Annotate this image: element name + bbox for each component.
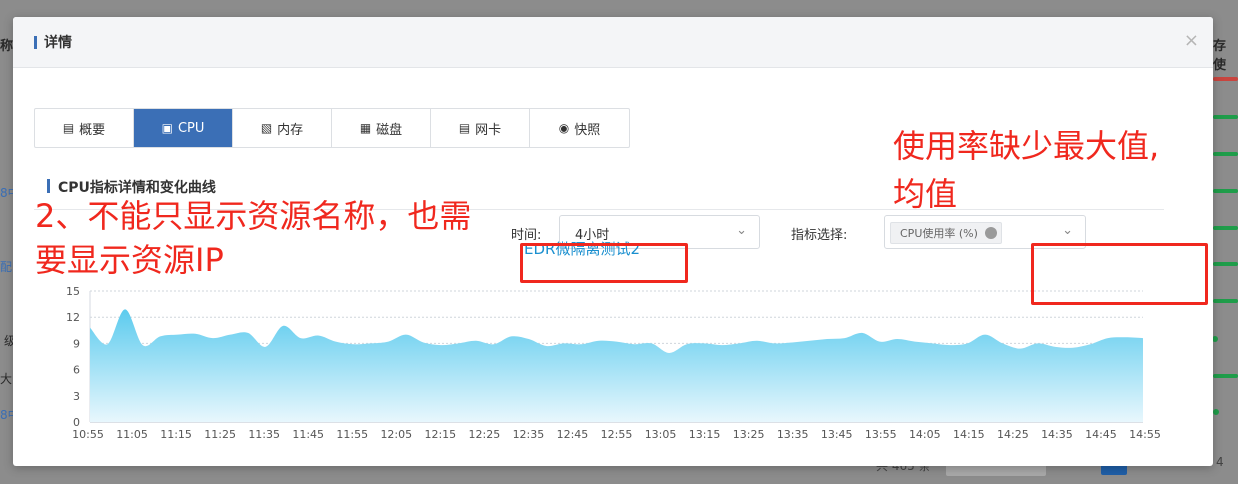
x-tick-label: 12:55: [601, 428, 633, 441]
annotation-box-resource-name: [520, 243, 688, 283]
x-tick-label: 13:05: [645, 428, 677, 441]
x-tick-label: 14:05: [909, 428, 941, 441]
x-tick-label: 13:55: [865, 428, 897, 441]
x-tick-label: 10:55: [72, 428, 104, 441]
y-tick-label: 12: [66, 311, 80, 324]
x-tick-label: 12:45: [557, 428, 589, 441]
annotation-max-avg-line2: 均值: [893, 175, 958, 213]
x-tick-label: 14:35: [1041, 428, 1073, 441]
x-tick-label: 11:45: [292, 428, 324, 441]
x-tick-label: 14:45: [1085, 428, 1117, 441]
x-tick-label: 13:25: [733, 428, 765, 441]
x-tick-label: 12:25: [469, 428, 501, 441]
annotation-resource-ip-line2: 要显示资源IP: [35, 241, 224, 279]
x-tick-label: 12:05: [380, 428, 412, 441]
x-tick-label: 14:55: [1129, 428, 1161, 441]
x-tick-label: 11:35: [248, 428, 280, 441]
annotation-box-max-avg: [1031, 243, 1208, 305]
x-tick-label: 13:45: [821, 428, 853, 441]
x-tick-label: 14:25: [997, 428, 1029, 441]
annotation-resource-ip-line1: 2、不能只显示资源名称，也需: [35, 197, 472, 235]
y-tick-label: 3: [73, 390, 80, 403]
y-tick-label: 6: [73, 364, 80, 377]
x-tick-label: 11:25: [204, 428, 236, 441]
x-tick-label: 13:15: [689, 428, 721, 441]
cpu-usage-area: [90, 309, 1143, 422]
x-tick-label: 12:35: [513, 428, 545, 441]
x-tick-label: 13:35: [777, 428, 809, 441]
x-tick-label: 11:55: [336, 428, 368, 441]
x-tick-label: 12:15: [424, 428, 456, 441]
annotation-max-avg-line1: 使用率缺少最大值,: [893, 127, 1160, 165]
y-tick-label: 9: [73, 337, 80, 350]
x-tick-label: 14:15: [953, 428, 985, 441]
x-tick-label: 11:05: [116, 428, 148, 441]
y-tick-label: 15: [66, 285, 80, 298]
x-tick-label: 11:15: [160, 428, 192, 441]
